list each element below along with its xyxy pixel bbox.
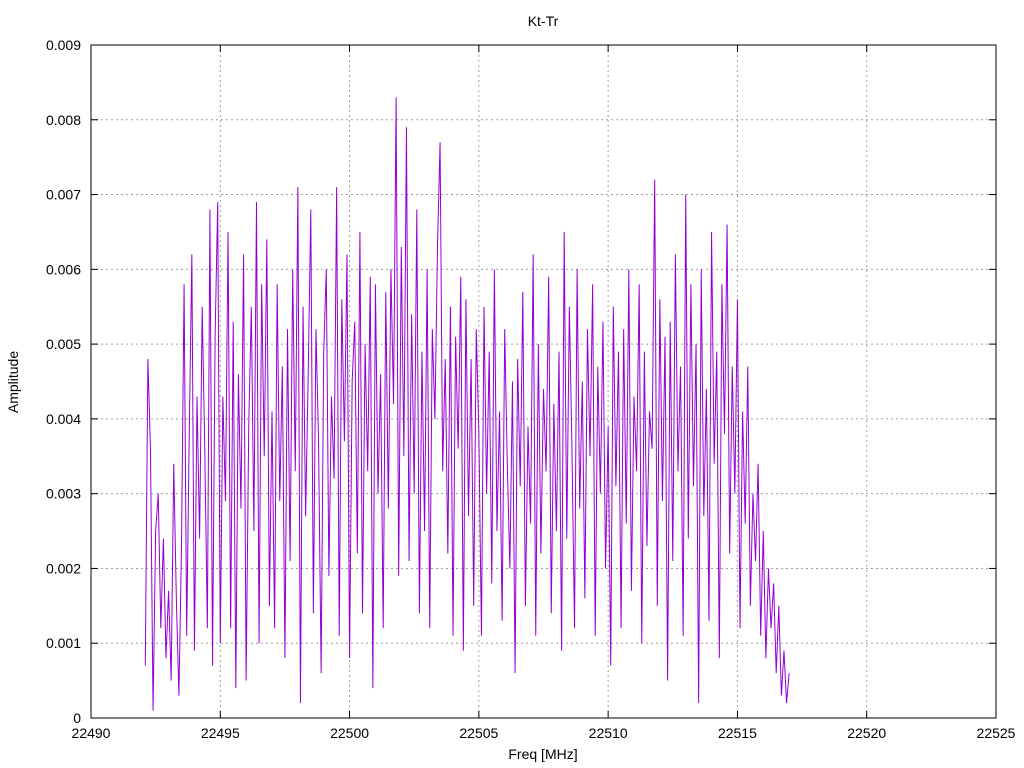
- x-tick-label: 22520: [847, 725, 886, 741]
- x-tick-label: 22510: [589, 725, 628, 741]
- y-tick-label: 0.003: [46, 486, 81, 502]
- y-tick-label: 0.001: [46, 635, 81, 651]
- x-tick-label: 22515: [718, 725, 757, 741]
- chart-title: Kt-Tr: [528, 13, 559, 29]
- y-tick-label: 0.005: [46, 336, 81, 352]
- x-tick-label: 22495: [201, 725, 240, 741]
- y-tick-label: 0.006: [46, 261, 81, 277]
- x-axis-label: Freq [MHz]: [508, 746, 577, 762]
- y-tick-label: 0.002: [46, 560, 81, 576]
- chart: 22490 22495 22500 22505 22510 22515 22520 22525…: [0, 0, 1024, 768]
- y-tick-label: 0.009: [46, 37, 81, 53]
- x-tick-label: 22525: [977, 725, 1016, 741]
- y-tick-label: 0.007: [46, 187, 81, 203]
- x-tick-label: 22500: [330, 725, 369, 741]
- y-tick-label: 0.008: [46, 112, 81, 128]
- x-tick-label: 22505: [459, 725, 498, 741]
- y-tick-label: 0: [73, 710, 81, 726]
- x-tick-label: 22490: [72, 725, 111, 741]
- y-axis-label: Amplitude: [5, 351, 21, 413]
- y-tick-label: 0.004: [46, 411, 81, 427]
